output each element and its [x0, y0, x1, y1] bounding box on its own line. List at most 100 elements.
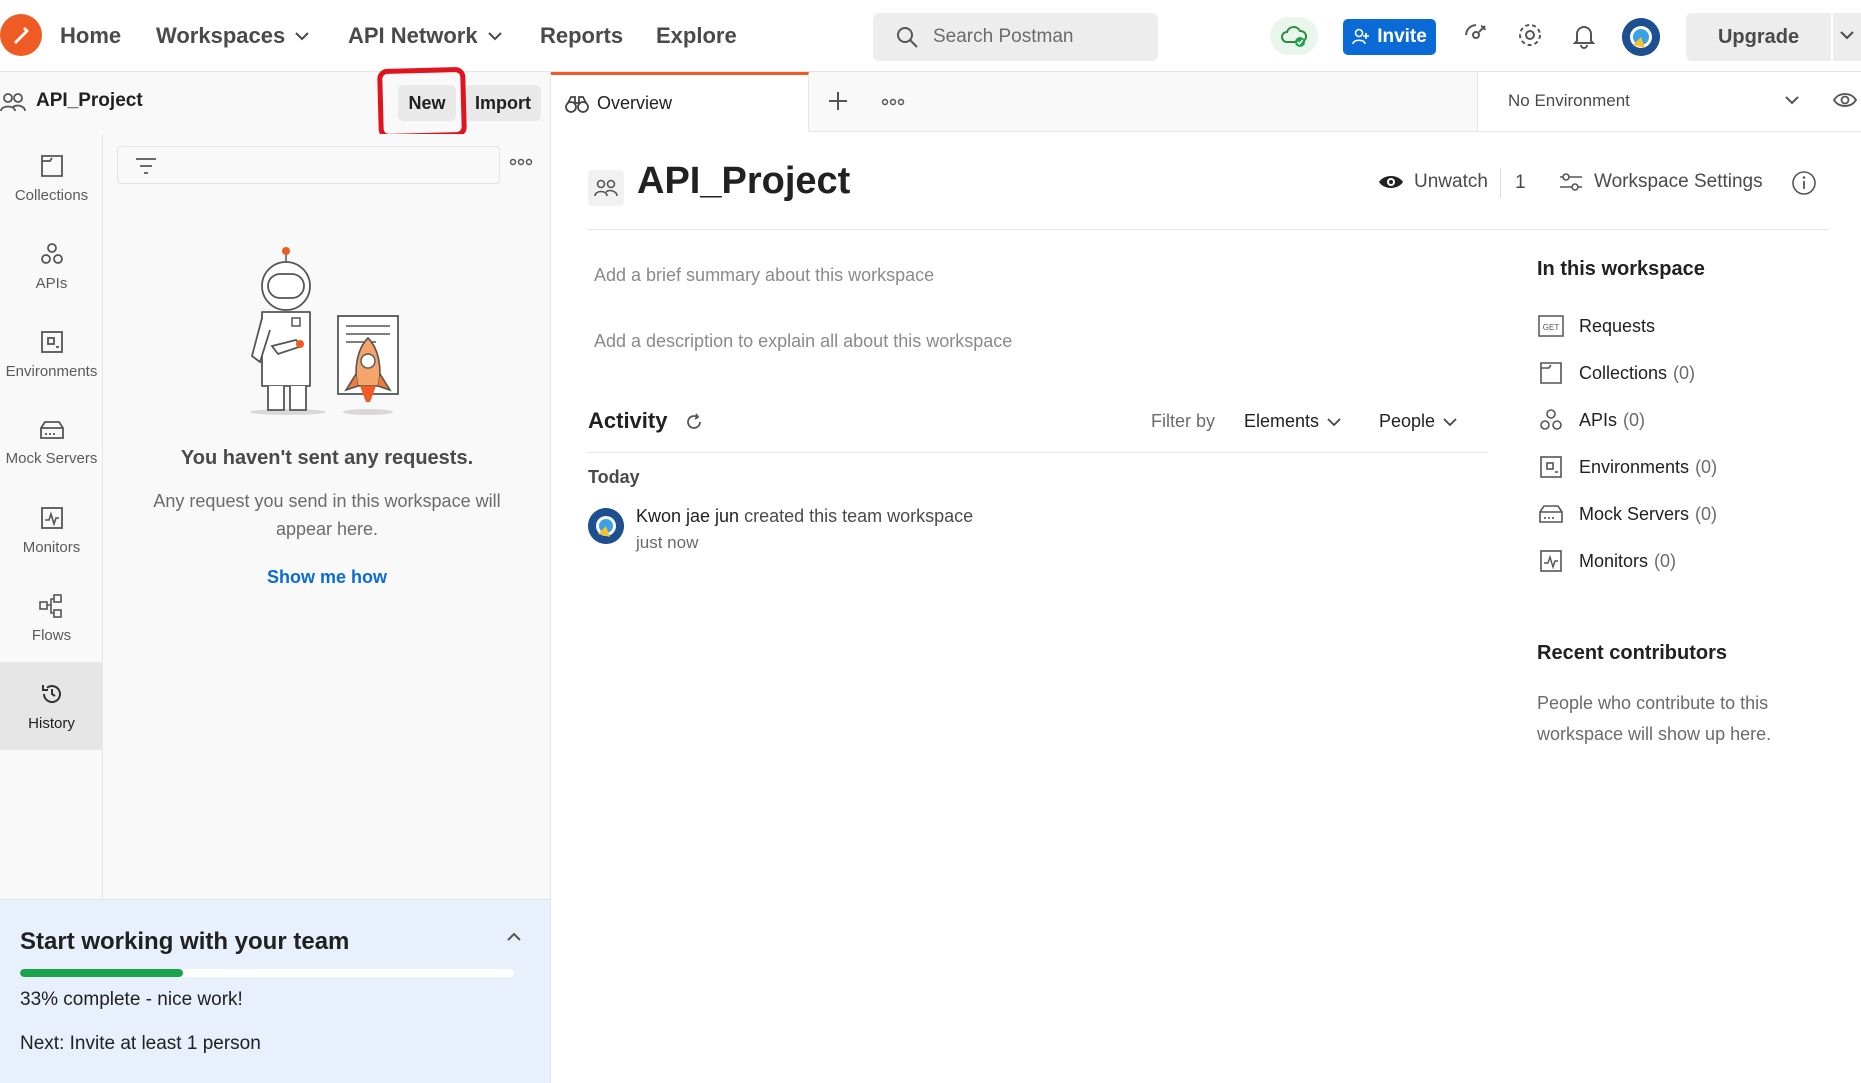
settings-button[interactable]: [1515, 20, 1549, 54]
sidebar-item-label: Monitors: [22, 538, 81, 556]
chevron-down-icon: [1840, 31, 1854, 40]
nav-explore[interactable]: Explore: [656, 20, 737, 52]
chevron-down-icon: [295, 32, 309, 41]
in-workspace-item-monitors[interactable]: Monitors (0): [1537, 546, 1676, 576]
cloud-check-icon: [1281, 26, 1307, 47]
nav-api-network[interactable]: API Network: [348, 20, 502, 52]
nav-explore-label: Explore: [656, 23, 737, 48]
more-options-icon[interactable]: [509, 158, 533, 166]
search-input[interactable]: Search Postman: [873, 13, 1158, 61]
workspace-name[interactable]: API_Project: [36, 90, 143, 112]
top-bar: Home Workspaces API Network Reports Expl…: [0, 0, 1861, 72]
chevron-up-icon[interactable]: [506, 932, 522, 942]
upgrade-menu-button[interactable]: [1833, 13, 1861, 61]
progress-fill: [20, 969, 184, 977]
history-icon: [41, 684, 61, 703]
people-filter-dropdown[interactable]: People: [1379, 411, 1457, 432]
in-workspace-item-mock-servers[interactable]: Mock Servers (0): [1537, 499, 1717, 529]
in-workspace-count: (0): [1673, 362, 1696, 383]
in-workspace-item-apis[interactable]: APIs (0): [1537, 405, 1645, 435]
add-user-icon: [1352, 28, 1370, 45]
mock-servers-icon: [1539, 505, 1563, 523]
sidebar-item-history[interactable]: History: [0, 662, 103, 750]
sidebar-item-label: History: [28, 714, 75, 732]
progress-bar: [20, 969, 514, 977]
tab-bar: Overview: [551, 72, 1477, 132]
watch-count[interactable]: 1: [1500, 168, 1526, 198]
sliders-icon: [1560, 173, 1582, 191]
search-placeholder: Search Postman: [933, 26, 1074, 47]
import-button[interactable]: Import: [465, 85, 541, 121]
sync-status-button[interactable]: [1270, 17, 1318, 55]
plus-icon[interactable]: [827, 90, 849, 112]
refresh-icon[interactable]: [684, 412, 704, 432]
unwatch-button[interactable]: Unwatch: [1378, 171, 1488, 193]
unwatch-label: Unwatch: [1414, 171, 1488, 192]
in-workspace-count: (0): [1654, 550, 1677, 571]
avatar[interactable]: [588, 508, 624, 544]
elements-filter-dropdown[interactable]: Elements: [1244, 411, 1341, 432]
flows-icon: [38, 593, 62, 618]
team-onboarding-panel: Start working with your team 33% complet…: [0, 899, 551, 1083]
nav-workspaces[interactable]: Workspaces: [156, 20, 309, 52]
show-me-how-link[interactable]: Show me how: [103, 567, 551, 588]
in-workspace-title: In this workspace: [1537, 258, 1705, 280]
in-workspace-label: Mock Servers: [1579, 503, 1690, 524]
environment-label: No Environment: [1508, 91, 1630, 110]
upgrade-label: Upgrade: [1717, 25, 1800, 48]
chevron-down-icon: [1327, 417, 1341, 426]
sidebar-item-apis[interactable]: APIs: [0, 222, 103, 310]
summary-field[interactable]: Add a brief summary about this workspace: [594, 265, 934, 286]
sidebar-item-label: Flows: [31, 626, 72, 644]
activity-date-heading: Today: [588, 467, 640, 487]
sidebar-item-label: APIs: [35, 274, 68, 292]
satellite-button[interactable]: [1461, 20, 1495, 54]
in-workspace-item-requests[interactable]: GET Requests: [1537, 311, 1655, 341]
postman-logo-icon[interactable]: [0, 14, 42, 56]
sidebar-item-monitors[interactable]: Monitors: [0, 486, 103, 574]
workspace-settings-button[interactable]: Workspace Settings: [1558, 171, 1763, 193]
info-icon[interactable]: [1791, 170, 1817, 196]
history-filter-input[interactable]: [117, 146, 500, 184]
sidebar-item-mock-servers[interactable]: Mock Servers: [0, 398, 103, 486]
sidebar-item-environments[interactable]: Environments: [0, 310, 103, 398]
upgrade-button[interactable]: Upgrade: [1686, 13, 1831, 61]
in-workspace-item-collections[interactable]: Collections (0): [1537, 358, 1695, 388]
activity-user-link[interactable]: Kwon jae jun: [636, 506, 739, 526]
activity-entry: Kwon jae jun created this team workspace: [636, 506, 973, 527]
page-title[interactable]: API_Project: [637, 160, 850, 203]
sidebar-item-collections[interactable]: Collections: [0, 134, 103, 222]
activity-title: Activity: [588, 408, 668, 433]
recent-contributors-description: People who contribute to this workspace …: [1537, 693, 1772, 744]
gear-icon: [1519, 24, 1541, 46]
sidebar-item-label: Mock Servers: [5, 449, 98, 467]
in-workspace-label: Collections: [1579, 362, 1668, 383]
highlight-annotation: [377, 66, 467, 140]
more-options-icon[interactable]: [881, 98, 905, 106]
description-field[interactable]: Add a description to explain all about t…: [594, 331, 1012, 352]
tab-overview[interactable]: Overview: [551, 72, 809, 132]
environment-selector[interactable]: No Environment: [1477, 72, 1861, 132]
invite-button[interactable]: Invite: [1343, 19, 1436, 55]
empty-state-description: Any request you send in this workspace w…: [153, 491, 501, 539]
svg-text:GET: GET: [1543, 323, 1560, 332]
in-workspace-label: APIs: [1579, 409, 1618, 430]
filter-icon: [136, 158, 156, 174]
history-panel: You haven't sent any requests. Any reque…: [103, 134, 551, 899]
in-workspace-label: Requests: [1579, 315, 1656, 336]
empty-state-title: You haven't sent any requests.: [180, 447, 474, 469]
nav-reports[interactable]: Reports: [540, 20, 623, 52]
activity-header: Activity Filter by Elements People: [588, 403, 1488, 453]
nav-home[interactable]: Home: [60, 20, 121, 52]
eye-icon[interactable]: [1832, 90, 1858, 110]
environments-icon: [1540, 456, 1562, 478]
user-avatar[interactable]: [1622, 18, 1660, 56]
sidebar: Collections APIs Environments Mock Serve…: [0, 134, 103, 899]
notifications-button[interactable]: [1569, 20, 1603, 54]
in-workspace-item-environments[interactable]: Environments (0): [1537, 452, 1717, 482]
nav-reports-label: Reports: [540, 23, 624, 48]
sidebar-item-flows[interactable]: Flows: [0, 574, 103, 662]
tab-overview-label: Overview: [597, 93, 673, 113]
workspace-settings-label: Workspace Settings: [1594, 171, 1763, 192]
filter-by-label: Filter by: [1151, 411, 1216, 431]
